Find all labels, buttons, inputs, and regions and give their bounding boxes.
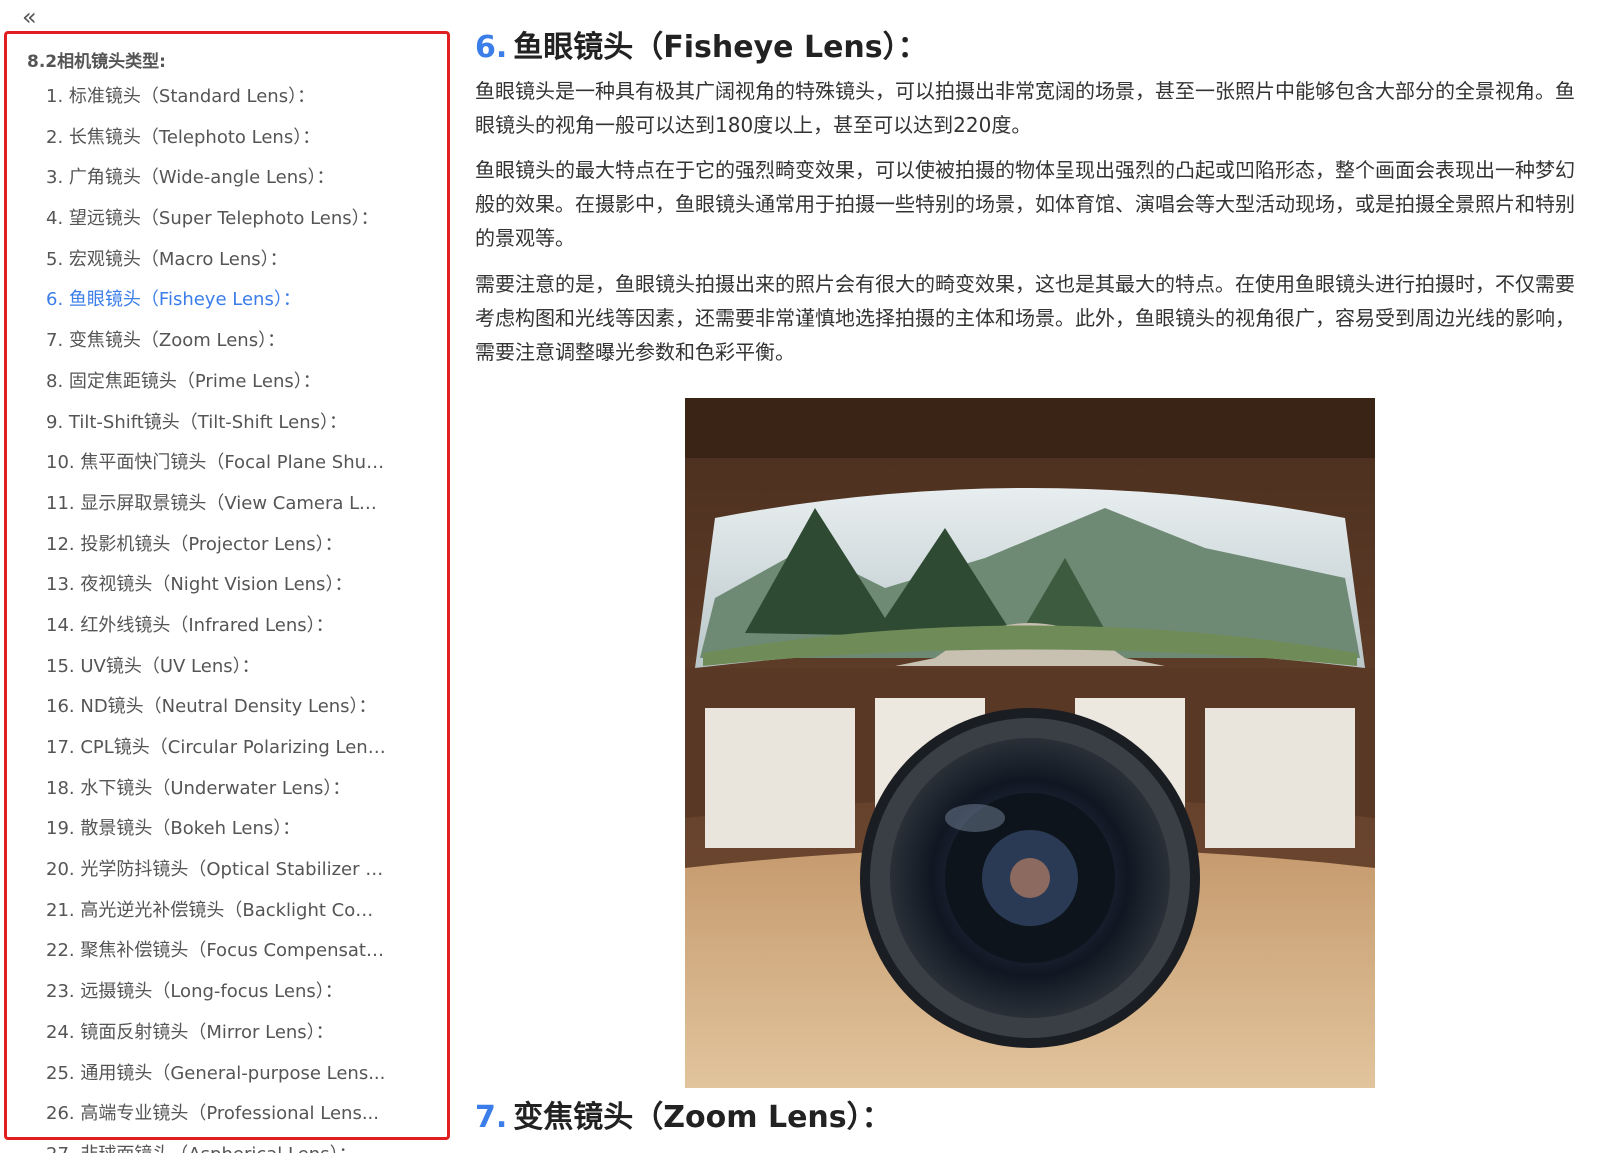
toc-item[interactable]: 25. 通用镜头（General-purpose Lens... <box>46 1061 386 1102</box>
toc-item[interactable]: 24. 镜面反射镜头（Mirror Lens）： <box>46 1020 386 1061</box>
toc-item[interactable]: 14. 红外线镜头（Infrared Lens）： <box>46 613 386 654</box>
toc-item[interactable]: 15. UV镜头（UV Lens）： <box>46 654 386 695</box>
paragraph: 鱼眼镜头是一种具有极其广阔视角的特殊镜头，可以拍摄出非常宽阔的场景，甚至一张照片… <box>475 79 1575 137</box>
section-number: 6. <box>475 30 508 65</box>
toc-item[interactable]: 22. 聚焦补偿镜头（Focus Compensati... <box>46 938 386 979</box>
toc-item[interactable]: 16. ND镜头（Neutral Density Lens）： <box>46 694 386 735</box>
toc-item[interactable]: 18. 水下镜头（Underwater Lens）： <box>46 776 386 817</box>
fisheye-lens-photo <box>685 398 1375 1088</box>
toc-item[interactable]: 19. 散景镜头（Bokeh Lens）： <box>46 816 386 857</box>
toc-item[interactable]: 17. CPL镜头（Circular Polarizing Lens）： <box>46 735 386 776</box>
paragraph: 鱼眼镜头的最大特点在于它的强烈畸变效果，可以使被拍摄的物体呈现出强烈的凸起或凹陷… <box>475 158 1575 250</box>
section-number: 7. <box>475 1100 508 1135</box>
toc-item[interactable]: 20. 光学防抖镜头（Optical Stabilizer L... <box>46 857 386 898</box>
toc-item[interactable]: 3. 广角镜头（Wide-angle Lens）： <box>46 165 386 206</box>
toc-item[interactable]: 12. 投影机镜头（Projector Lens）： <box>46 532 386 573</box>
section-heading-zoom: 7. 变焦镜头（Zoom Lens）： <box>475 1092 892 1136</box>
section-heading-fisheye: 6. 鱼眼镜头（Fisheye Lens）： <box>475 22 928 66</box>
toc-item[interactable]: 9. Tilt-Shift镜头（Tilt-Shift Lens）： <box>46 410 386 451</box>
toc-item[interactable]: 21. 高光逆光补偿镜头（Backlight Com... <box>46 898 386 939</box>
section-title: 鱼眼镜头（Fisheye Lens）： <box>513 30 928 65</box>
toc-title: 8.2相机镜头类型: <box>27 52 166 72</box>
section-title: 变焦镜头（Zoom Lens）： <box>513 1100 892 1135</box>
table-of-contents: 8.2相机镜头类型: 1. 标准镜头（Standard Lens）： 2. 长焦镜… <box>0 31 455 1153</box>
toc-item[interactable]: 5. 宏观镜头（Macro Lens）： <box>46 247 386 288</box>
paragraph: 需要注意的是，鱼眼镜头拍摄出来的照片会有很大的畸变效果，这也是其最大的特点。在使… <box>475 272 1575 364</box>
toc-item[interactable]: 13. 夜视镜头（Night Vision Lens）： <box>46 572 386 613</box>
toc-item[interactable]: 27. 非球面镜头（Aspherical Lens）： <box>46 1142 386 1153</box>
toc-item[interactable]: 4. 望远镜头（Super Telephoto Lens）： <box>46 206 386 247</box>
toc-item[interactable]: 2. 长焦镜头（Telephoto Lens）： <box>46 125 386 166</box>
toc-item[interactable]: 7. 变焦镜头（Zoom Lens）： <box>46 328 386 369</box>
toc-item[interactable]: 6. 鱼眼镜头（Fisheye Lens）： <box>46 287 386 328</box>
collapse-toc-icon[interactable]: « <box>22 5 48 32</box>
toc-item[interactable]: 26. 高端专业镜头（Professional Lens... <box>46 1101 386 1142</box>
toc-item[interactable]: 1. 标准镜头（Standard Lens）： <box>46 84 386 125</box>
toc-list: 1. 标准镜头（Standard Lens）： 2. 长焦镜头（Telephoto… <box>46 84 386 1153</box>
toc-item[interactable]: 8. 固定焦距镜头（Prime Lens）： <box>46 369 386 410</box>
toc-item[interactable]: 10. 焦平面快门镜头（Focal Plane Shut... <box>46 450 386 491</box>
toc-item[interactable]: 23. 远摄镜头（Long-focus Lens）： <box>46 979 386 1020</box>
toc-item[interactable]: 11. 显示屏取景镜头（View Camera Le... <box>46 491 386 532</box>
